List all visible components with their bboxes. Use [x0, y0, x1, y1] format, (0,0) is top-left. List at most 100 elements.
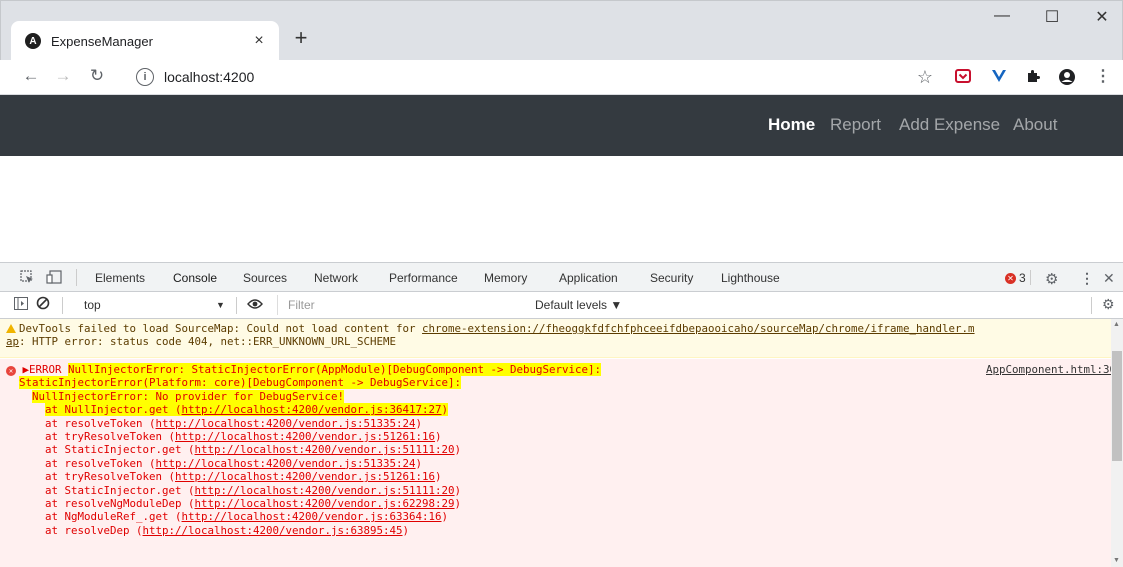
divider: [236, 297, 237, 314]
stack-frame-text: at resolveDep (http://localhost:4200/ven…: [45, 524, 409, 537]
stack-frame-end: ): [435, 470, 442, 484]
tab-application[interactable]: Application: [559, 271, 618, 285]
stack-frame-end: ): [454, 483, 462, 497]
live-expression-eye-icon[interactable]: [247, 298, 263, 313]
tab-close-icon[interactable]: ×: [247, 32, 271, 50]
pocket-extension-icon[interactable]: [954, 68, 972, 86]
context-selector[interactable]: top: [84, 298, 101, 312]
inspect-element-icon[interactable]: [20, 270, 34, 287]
stack-frame: at resolveToken (http://localhost:4200/v…: [6, 417, 1105, 430]
tab-console[interactable]: Console: [168, 271, 222, 294]
scroll-down-icon[interactable]: ▼: [1113, 557, 1120, 564]
tab-memory[interactable]: Memory: [484, 271, 527, 285]
vue-extension-icon[interactable]: [990, 68, 1008, 86]
stack-frame-link[interactable]: http://localhost:4200/vendor.js:51335:24: [156, 417, 416, 430]
tab-performance[interactable]: Performance: [389, 271, 458, 285]
warning-prefix: DevTools failed to load SourceMap: Could…: [19, 322, 423, 335]
stack-frame: at tryResolveToken (http://localhost:420…: [6, 430, 1105, 443]
app-navbar: Home Report Add Expense About: [0, 95, 1123, 156]
stack-frame-end: ): [454, 497, 462, 511]
divider: [1091, 297, 1092, 314]
stack-frame-function: at StaticInjector.get (: [45, 483, 195, 497]
warning-link[interactable]: chrome-extension://fheoggkfdfchfphceeifd…: [422, 322, 975, 335]
bookmark-star-icon[interactable]: ☆: [916, 68, 934, 86]
browser-tab[interactable]: A ExpenseManager ×: [11, 21, 279, 61]
console-sidebar-icon[interactable]: [14, 297, 28, 313]
divider: [76, 269, 77, 286]
minimize-icon[interactable]: —: [987, 7, 1017, 25]
stack-frame-link[interactable]: http://localhost:4200/vendor.js:63364:16: [182, 510, 442, 523]
warning-suffix: : HTTP error: status code 404, net::ERR_…: [19, 335, 397, 349]
settings-gear-icon[interactable]: ⚙: [1045, 270, 1058, 288]
stack-frame-link[interactable]: http://localhost:4200/vendor.js:62298:29: [195, 497, 455, 510]
nav-add-expense-link[interactable]: Add Expense: [899, 115, 1000, 135]
error-expand-toggle[interactable]: ▶ERROR: [23, 363, 69, 376]
close-window-icon[interactable]: ✕: [1087, 7, 1117, 27]
stack-frame-text: at StaticInjector.get (http://localhost:…: [45, 443, 461, 456]
info-icon[interactable]: i: [136, 68, 154, 86]
context-dropdown-icon[interactable]: ▼: [216, 300, 225, 310]
stack-frame-link[interactable]: http://localhost:4200/vendor.js:63895:45: [143, 524, 403, 537]
stack-frame: at NullInjector.get (http://localhost:42…: [6, 403, 1105, 417]
nav-about-link[interactable]: About: [1013, 115, 1057, 135]
browser-toolbar: ← → ↻ i localhost:4200 ☆ ⋮: [0, 60, 1123, 95]
devtools-menu-icon[interactable]: ⋮: [1080, 270, 1094, 287]
stack-frame: at StaticInjector.get (http://localhost:…: [6, 443, 1105, 456]
tab-title: ExpenseManager: [51, 33, 153, 49]
stack-frame-text: at StaticInjector.get (http://localhost:…: [45, 484, 461, 497]
stack-frame-text: at resolveNgModuleDep (http://localhost:…: [45, 497, 461, 510]
stack-frame-function: at tryResolveToken (: [45, 470, 176, 484]
stack-frame-end: ): [415, 456, 423, 470]
maximize-icon[interactable]: ☐: [1037, 7, 1067, 27]
tab-lighthouse[interactable]: Lighthouse: [721, 271, 780, 285]
scroll-up-icon[interactable]: ▲: [1113, 321, 1120, 328]
console-scrollbar[interactable]: ▲ ▼: [1111, 319, 1123, 567]
page-content: [0, 156, 1123, 262]
stack-frame-text: at NgModuleRef_.get (http://localhost:42…: [45, 510, 448, 523]
stack-frame-link[interactable]: http://localhost:4200/vendor.js:51111:20: [195, 484, 455, 497]
warning-link-cont[interactable]: ap: [6, 335, 19, 348]
stack-frame-end: ): [435, 430, 442, 444]
stack-frame-link[interactable]: http://localhost:4200/vendor.js:51335:24: [156, 457, 416, 470]
console-filter-input[interactable]: Filter: [277, 295, 525, 315]
clear-console-icon[interactable]: [36, 296, 50, 313]
tab-elements[interactable]: Elements: [95, 271, 145, 285]
stack-frame-end: ): [441, 403, 449, 417]
stack-frame: at NgModuleRef_.get (http://localhost:42…: [6, 510, 1105, 523]
stack-frame-text: at tryResolveToken (http://localhost:420…: [45, 430, 442, 443]
menu-kebab-icon[interactable]: ⋮: [1094, 68, 1112, 86]
console-output: DevTools failed to load SourceMap: Could…: [0, 319, 1111, 567]
stack-frame-link[interactable]: http://localhost:4200/vendor.js:51111:20: [195, 443, 455, 456]
stack-frame-function: at NullInjector.get (: [45, 403, 182, 417]
tab-sources[interactable]: Sources: [243, 271, 287, 285]
stack-frame-text: at resolveToken (http://localhost:4200/v…: [45, 417, 422, 430]
error-icon: ✕: [6, 366, 16, 376]
tab-security[interactable]: Security: [650, 271, 693, 285]
console-error-message: AppComponent.html:30 ✕ ▶ERROR NullInject…: [0, 359, 1111, 567]
stack-frame-link[interactable]: http://localhost:4200/vendor.js:36417:27: [182, 403, 442, 416]
stack-frame: at StaticInjector.get (http://localhost:…: [6, 484, 1105, 497]
address-bar[interactable]: i localhost:4200: [124, 63, 960, 91]
scrollbar-thumb[interactable]: [1112, 351, 1122, 461]
nav-home-link[interactable]: Home: [768, 115, 815, 135]
tab-network[interactable]: Network: [314, 271, 358, 285]
console-settings-gear-icon[interactable]: ⚙: [1102, 296, 1115, 313]
reload-icon[interactable]: ↻: [86, 66, 108, 86]
extensions-puzzle-icon[interactable]: [1024, 68, 1042, 86]
stack-frame-link[interactable]: http://localhost:4200/vendor.js:51261:16: [175, 470, 435, 483]
stack-frame-function: at resolveToken (: [45, 456, 156, 470]
device-toolbar-icon[interactable]: [46, 270, 62, 287]
new-tab-icon[interactable]: +: [289, 27, 313, 51]
log-levels-dropdown[interactable]: Default levels ▼: [535, 298, 622, 312]
stack-frame-link[interactable]: http://localhost:4200/vendor.js:51261:16: [175, 430, 435, 443]
stack-frame-text: at NullInjector.get (http://localhost:42…: [45, 403, 449, 417]
nav-report-link[interactable]: Report: [830, 115, 881, 135]
error-counter[interactable]: ✕ 3: [1005, 271, 1026, 285]
back-icon[interactable]: ←: [20, 66, 42, 86]
forward-icon[interactable]: →: [52, 66, 74, 86]
stack-frame: at resolveToken (http://localhost:4200/v…: [6, 457, 1105, 470]
error-icon: ✕: [1005, 272, 1016, 284]
profile-avatar-icon[interactable]: [1058, 68, 1076, 86]
stack-frame-function: at resolveNgModuleDep (: [45, 497, 195, 511]
close-devtools-icon[interactable]: ✕: [1103, 270, 1115, 287]
